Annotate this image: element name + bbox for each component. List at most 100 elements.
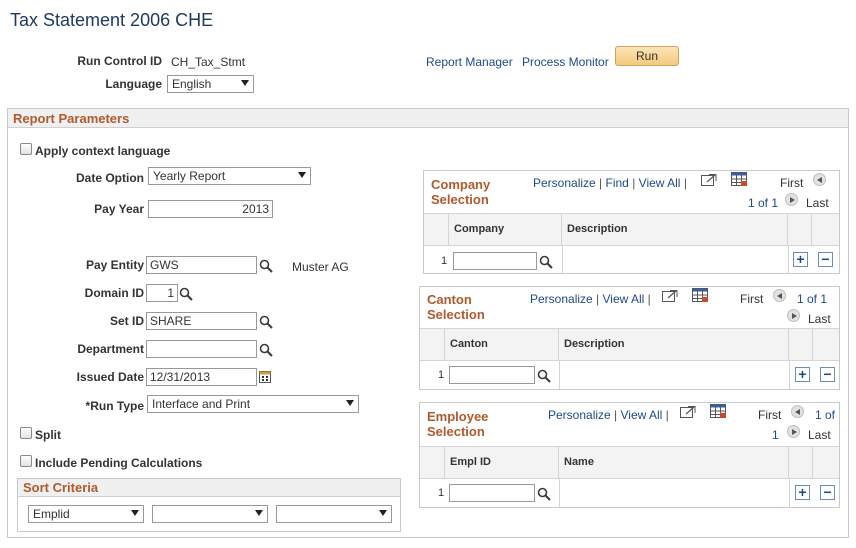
company-next-arrow-icon[interactable] <box>785 193 798 206</box>
employee-row-input[interactable] <box>449 484 535 502</box>
canton-view-all-link[interactable]: View All <box>603 292 645 306</box>
issued-date-label: Issued Date <box>76 370 144 384</box>
search-icon[interactable] <box>539 255 553 269</box>
delete-row-icon[interactable]: − <box>818 252 833 267</box>
company-view-all-link[interactable]: View All <box>639 176 681 190</box>
column-divider <box>789 479 790 507</box>
sort-criteria-2-select[interactable] <box>152 505 268 523</box>
grid-icon[interactable] <box>731 172 747 186</box>
employee-grid-header-row: Empl ID Name <box>420 446 839 479</box>
employee-view-all-link[interactable]: View All <box>621 408 663 422</box>
zoom-icon[interactable] <box>662 289 678 303</box>
company-personalize-link[interactable]: Personalize <box>533 176 596 190</box>
employee-last-label: Last <box>808 428 831 442</box>
grid-icon[interactable] <box>692 288 708 302</box>
report-manager-link[interactable]: Report Manager <box>426 55 513 69</box>
pay-year-input[interactable] <box>148 200 273 218</box>
set-id-input[interactable] <box>146 312 257 330</box>
calendar-icon[interactable] <box>259 370 271 383</box>
search-icon[interactable] <box>259 343 273 357</box>
run-type-select[interactable]: Interface and Print <box>147 395 359 413</box>
sort-criteria-3-select[interactable] <box>276 505 392 523</box>
column-divider <box>559 361 560 389</box>
run-button[interactable]: Run <box>615 46 679 66</box>
zoom-icon[interactable] <box>701 173 717 187</box>
company-row-input[interactable] <box>453 252 537 270</box>
separator: | <box>596 292 600 306</box>
include-pending-label: Include Pending Calculations <box>35 456 203 470</box>
search-icon[interactable] <box>537 369 551 383</box>
canton-row-input[interactable] <box>449 366 535 384</box>
canton-last-label: Last <box>808 312 831 326</box>
add-row-icon[interactable]: + <box>795 367 810 382</box>
company-rownum-header <box>424 214 449 245</box>
apply-context-language-checkbox[interactable] <box>20 143 32 155</box>
canton-grid-nav: Personalize | View All | <box>530 292 651 306</box>
set-id-label: Set ID <box>109 314 144 328</box>
employee-first-label: First <box>758 408 782 422</box>
chevron-down-icon <box>379 510 387 516</box>
employee-first-arrow-icon[interactable] <box>791 405 804 418</box>
separator: | <box>599 176 603 190</box>
delete-row-icon[interactable]: − <box>820 485 835 500</box>
pay-entity-description: Muster AG <box>292 260 349 274</box>
language-select[interactable]: English <box>167 75 254 93</box>
employee-rownum-header <box>420 447 445 478</box>
company-col-header: Company <box>449 214 562 245</box>
canton-row-number: 1 <box>438 369 445 381</box>
run-control-label: Run Control ID <box>77 54 162 68</box>
company-first-arrow-icon[interactable] <box>813 173 826 186</box>
employee-col-header: Empl ID <box>445 447 559 478</box>
company-grid-nav: Personalize | Find | View All | <box>533 176 687 190</box>
add-row-icon[interactable]: + <box>793 252 808 267</box>
domain-id-input[interactable] <box>146 284 178 302</box>
canton-first-label: First <box>740 292 764 306</box>
search-icon[interactable] <box>537 487 551 501</box>
search-icon[interactable] <box>259 259 273 273</box>
column-divider <box>788 246 789 274</box>
zoom-icon[interactable] <box>680 405 696 419</box>
chevron-down-icon <box>255 510 263 516</box>
search-icon[interactable] <box>259 315 273 329</box>
process-monitor-link[interactable]: Process Monitor <box>522 55 609 69</box>
add-row-icon[interactable]: + <box>795 485 810 500</box>
canton-personalize-link[interactable]: Personalize <box>530 292 593 306</box>
employee-personalize-link[interactable]: Personalize <box>548 408 611 422</box>
separator: | <box>614 408 618 422</box>
company-find-link[interactable]: Find <box>606 176 629 190</box>
search-icon[interactable] <box>179 287 193 301</box>
company-grid-header-row: Company Description <box>424 213 839 246</box>
separator: | <box>665 408 669 422</box>
split-label: Split <box>35 428 61 442</box>
company-first-label: First <box>780 176 804 190</box>
department-input[interactable] <box>146 340 257 358</box>
canton-col-header: Canton <box>445 329 559 360</box>
sort-criteria-1-select[interactable]: Emplid <box>28 505 144 523</box>
canton-description-header: Description <box>559 329 789 360</box>
include-pending-checkbox[interactable] <box>20 455 32 467</box>
chevron-down-icon <box>346 400 354 406</box>
page-title: Tax Statement 2006 CHE <box>10 10 214 30</box>
separator: | <box>647 292 651 306</box>
date-option-label: Date Option <box>76 171 144 185</box>
employee-name-header: Name <box>559 447 789 478</box>
canton-rownum-header <box>420 329 445 360</box>
canton-next-arrow-icon[interactable] <box>787 309 800 322</box>
grid-icon[interactable] <box>710 404 726 418</box>
issued-date-input[interactable] <box>146 368 257 386</box>
canton-grid-title-line2: Selection <box>427 307 485 322</box>
split-checkbox[interactable] <box>20 427 32 439</box>
employee-next-arrow-icon[interactable] <box>787 425 800 438</box>
sort-criteria-1-value: Emplid <box>33 507 70 521</box>
date-option-select[interactable]: Yearly Report <box>148 167 311 185</box>
canton-pager: 1 of 1 <box>797 292 828 306</box>
canton-first-arrow-icon[interactable] <box>773 289 786 302</box>
separator: | <box>632 176 636 190</box>
company-pager: 1 of 1 <box>748 196 779 210</box>
pay-entity-input[interactable] <box>146 256 257 274</box>
employee-add-header <box>789 447 813 478</box>
canton-grid-title: Canton Selection <box>427 292 485 322</box>
delete-row-icon[interactable]: − <box>820 367 835 382</box>
domain-id-label: Domain ID <box>84 286 144 300</box>
canton-grid-header-row: Canton Description <box>420 328 839 361</box>
